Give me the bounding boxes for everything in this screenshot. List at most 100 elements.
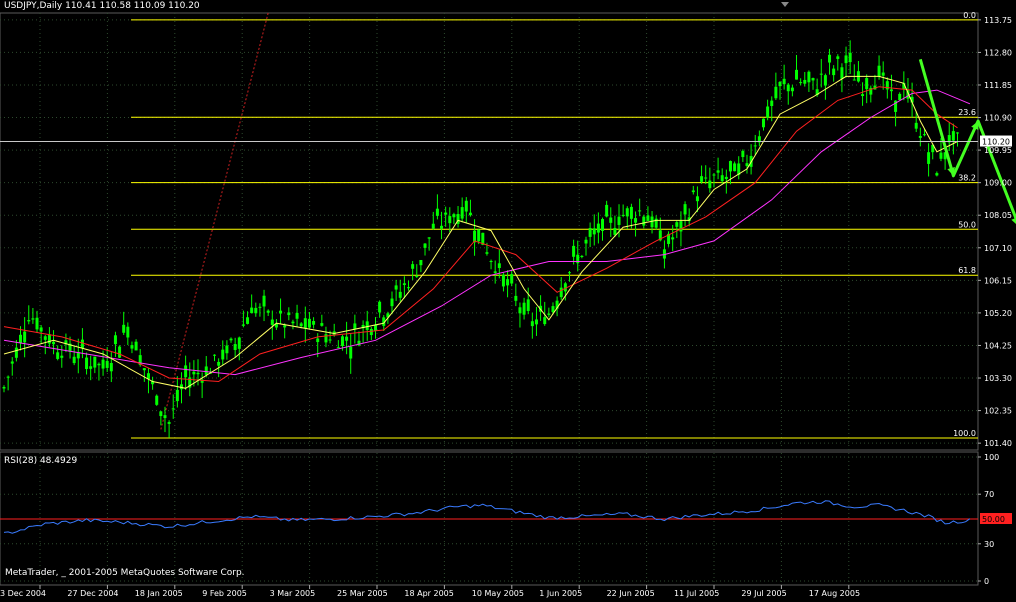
price-bar-body [832, 68, 836, 76]
price-bar-body [811, 78, 815, 81]
time-tick-label: 22 Jun 2005 [607, 589, 655, 598]
price-bar-body [287, 312, 291, 316]
price-bar-body [307, 318, 311, 328]
price-bar-body [452, 214, 456, 218]
price-bar-body [122, 324, 126, 333]
price-bar-body [881, 72, 885, 76]
price-bar-body [724, 176, 728, 180]
time-tick-label: 25 Mar 2005 [337, 589, 388, 598]
price-tick-label: 102.35 [984, 407, 1012, 416]
fibonacci-retracement[interactable]: 0.0 23.6 38.2 50.0 61.8 100.0 [131, 11, 978, 439]
price-bar-body [155, 395, 159, 405]
price-bar-body [39, 327, 43, 332]
price-bar-body [85, 357, 89, 369]
price-bar-body [328, 339, 332, 341]
fib-level-label: 0.0 [963, 11, 976, 20]
price-bar-body [551, 306, 555, 313]
price-bar-body [939, 152, 943, 159]
price-bar-body [118, 346, 122, 358]
price-bar-body [514, 295, 518, 301]
price-bar-body [774, 86, 778, 99]
price-bar-body [142, 368, 146, 371]
rsi-pane[interactable]: 50.00 100 70 30 0 [0, 451, 1012, 586]
price-bar-body [761, 118, 765, 128]
rsi-label: RSI(28) 48.4929 [4, 456, 78, 466]
price-bar-body [419, 259, 423, 266]
scroll-marker-icon[interactable] [781, 2, 789, 7]
price-tick-label: 106.15 [984, 276, 1012, 285]
price-bar-body [101, 359, 105, 369]
price-bar-body [786, 84, 790, 92]
price-axis: 113.75 112.80 111.85 110.90 109.95 109.00 108.… [978, 16, 1012, 448]
fib-level-label: 100.0 [953, 429, 976, 438]
price-bar-body [6, 376, 10, 378]
price-bar-body [464, 200, 468, 212]
price-bar-body [852, 79, 856, 81]
price-bar-body [510, 274, 514, 284]
price-bar-body [695, 196, 699, 202]
price-bar-body [861, 94, 865, 97]
price-bar-body [378, 301, 382, 313]
price-bar-body [134, 341, 138, 351]
price-bar-body [295, 312, 299, 319]
price-bar-body [712, 174, 716, 176]
price-bar-body [819, 73, 823, 75]
price-bar-body [444, 212, 448, 215]
price-bar-body [605, 204, 609, 217]
price-tick-label: 101.40 [984, 439, 1012, 448]
price-tick-label: 107.10 [984, 244, 1012, 253]
time-tick-label: 27 Dec 2004 [67, 589, 118, 598]
price-pane[interactable]: 0.0 23.6 38.2 50.0 61.8 100.0 113.75 112.80 111… [0, 11, 1016, 451]
red-trend-line[interactable] [160, 12, 269, 430]
price-bar-body [803, 79, 807, 84]
price-tick-label: 109.00 [984, 179, 1012, 188]
price-tick-label: 103.30 [984, 374, 1012, 383]
price-bar-body [217, 361, 221, 366]
current-price-marker: 110.20 [0, 135, 1012, 147]
price-bar-body [113, 335, 117, 345]
price-bar-body [2, 387, 6, 389]
price-bar-body [435, 208, 439, 216]
price-bar-body [580, 255, 584, 257]
price-bar-body [93, 356, 97, 368]
price-bar-body [477, 229, 481, 242]
price-tick-label: 105.20 [984, 309, 1012, 318]
price-bar-body [369, 328, 373, 336]
price-bar-body [402, 283, 406, 285]
price-bar-body [299, 323, 303, 327]
price-bar-body [865, 78, 869, 90]
price-bar-body [320, 323, 324, 326]
ma-mid-line [3, 86, 958, 383]
price-bar-body [31, 318, 35, 320]
time-tick-label: 11 Jul 2005 [674, 589, 719, 598]
price-bar-body [836, 56, 840, 59]
chart-window[interactable]: 0.0 23.6 38.2 50.0 61.8 100.0 113.75 112.80 111… [0, 0, 1016, 598]
chart-canvas[interactable]: 0.0 23.6 38.2 50.0 61.8 100.0 113.75 112.80 111… [0, 0, 1016, 598]
price-bar-body [56, 352, 60, 359]
price-bar-body [728, 161, 732, 172]
time-tick-label: 10 May 2005 [472, 589, 524, 598]
time-tick-label: 18 Jan 2005 [135, 589, 183, 598]
price-bar-body [440, 225, 444, 229]
price-bar-body [60, 355, 64, 358]
price-bar-body [704, 177, 708, 179]
price-bar-body [617, 216, 621, 225]
price-bar-body [885, 81, 889, 90]
price-bar-body [898, 93, 902, 101]
price-tick-label: 109.95 [984, 146, 1012, 155]
price-bar-body [14, 347, 18, 358]
price-bar-body [324, 334, 328, 343]
price-bar-body [584, 239, 588, 244]
price-bar-body [394, 285, 398, 290]
price-tick-label: 112.80 [984, 48, 1012, 57]
price-bar-body [415, 275, 419, 277]
price-bar-body [171, 408, 175, 410]
copyright-text: MetaTrader, _ 2001-2005 MetaQuotes Softw… [5, 568, 245, 578]
price-bar-body [390, 298, 394, 307]
rsi-tick-label: 0 [984, 577, 989, 586]
price-bar-body [951, 131, 955, 141]
time-tick-label: 9 Feb 2005 [202, 589, 247, 598]
price-bar-body [229, 338, 233, 341]
price-bar-body [283, 325, 287, 328]
price-bar-body [468, 212, 472, 216]
